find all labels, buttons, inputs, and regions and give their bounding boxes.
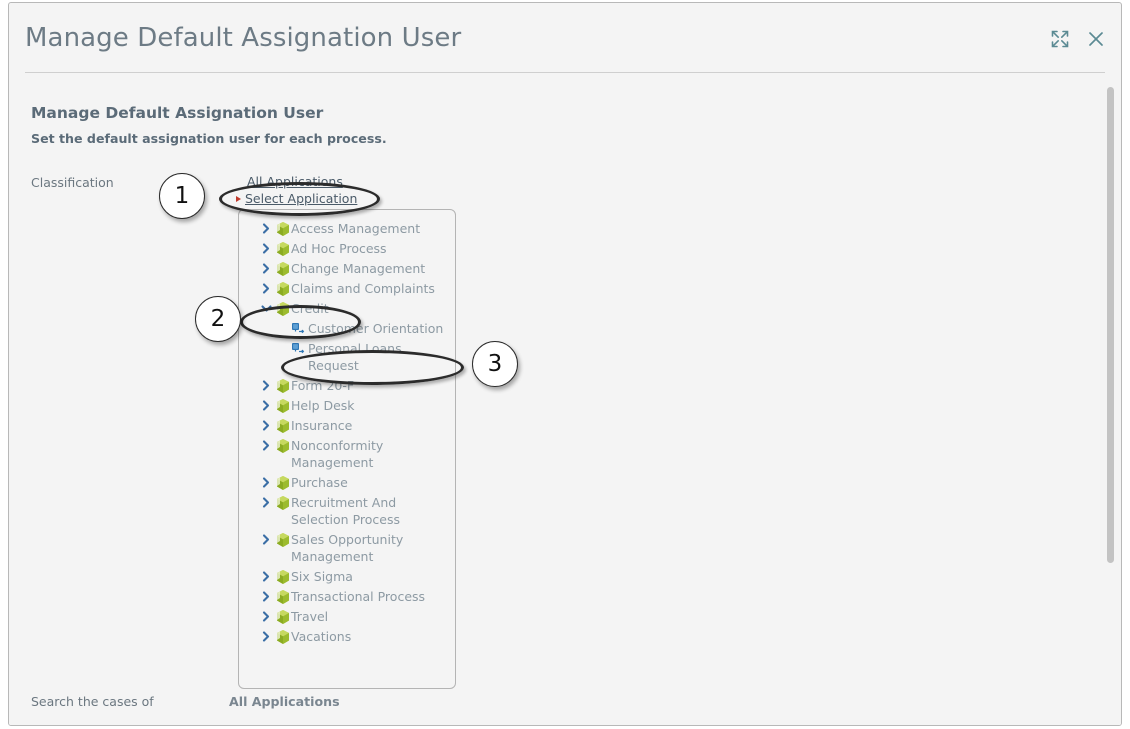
classification-label: Classification (31, 175, 114, 190)
green-cube-icon (276, 475, 290, 491)
header-actions (1049, 28, 1107, 50)
tree-node-label: Change Management (291, 260, 426, 276)
tree-node-label: Vacations (291, 628, 352, 644)
close-icon[interactable] (1085, 28, 1107, 50)
content-scrollbar-thumb[interactable] (1107, 87, 1114, 563)
tree-node[interactable]: Credit (239, 298, 455, 318)
tree-node-label: Credit (291, 300, 329, 316)
tree-node[interactable]: Claims and Complaints (239, 278, 455, 298)
green-cube-icon (276, 301, 290, 317)
tree-node[interactable]: Recruitment And Selection Process (239, 492, 455, 529)
tree-node[interactable]: Help Desk (239, 395, 455, 415)
classification-links: All Applications Select Application (236, 173, 467, 207)
tree-node-label: Purchase (291, 474, 348, 490)
tree-node[interactable]: Transactional Process (239, 586, 455, 606)
green-cube-icon (276, 532, 290, 548)
chevron-down-icon[interactable] (261, 300, 272, 317)
green-cube-icon (276, 569, 290, 585)
tree-node-label: Travel (291, 608, 329, 624)
chevron-right-icon[interactable] (261, 220, 272, 237)
green-cube-icon (276, 418, 290, 434)
chevron-right-icon[interactable] (261, 240, 272, 257)
tree-node-label: Claims and Complaints (291, 280, 435, 296)
page-subtitle: Set the default assignation user for eac… (31, 131, 387, 146)
tree-node-label: Access Management (291, 220, 421, 236)
green-cube-icon (276, 241, 290, 257)
tree-node[interactable]: Nonconformity Management (239, 435, 455, 472)
green-cube-icon (276, 261, 290, 277)
application-tree-panel: Access Management Ad Hoc Process Change Ma… (238, 209, 456, 689)
modal-header: Manage Default Assignation User (9, 3, 1121, 73)
green-cube-icon (276, 398, 290, 414)
tree-node[interactable]: Insurance (239, 415, 455, 435)
chevron-right-icon[interactable] (261, 397, 272, 414)
page-title: Manage Default Assignation User (31, 104, 324, 122)
tree-node[interactable]: Access Management (239, 218, 455, 238)
chevron-right-icon[interactable] (261, 608, 272, 625)
chevron-right-icon[interactable] (261, 588, 272, 605)
search-cases-label: Search the cases of (31, 694, 154, 709)
all-applications-link[interactable]: All Applications (247, 173, 343, 190)
manage-default-assignation-user-modal: Manage Default Assignation User Manage D… (8, 2, 1122, 726)
chevron-right-icon[interactable] (261, 377, 272, 394)
select-application-row[interactable]: Select Application (236, 190, 467, 207)
tree-node[interactable]: Sales Opportunity Management (239, 529, 455, 566)
chevron-right-icon[interactable] (261, 531, 272, 548)
blue-process-icon (291, 321, 305, 337)
tree-node-label: Six Sigma (291, 568, 353, 584)
green-cube-icon (276, 609, 290, 625)
green-cube-icon (276, 629, 290, 645)
green-cube-icon (276, 378, 290, 394)
chevron-right-icon[interactable] (261, 474, 272, 491)
application-tree-list: Access Management Ad Hoc Process Change Ma… (239, 218, 455, 646)
green-cube-icon (276, 281, 290, 297)
chevron-right-icon[interactable] (261, 260, 272, 277)
blue-process-icon (291, 341, 305, 357)
tree-node-label: Insurance (291, 417, 353, 433)
chevron-right-icon[interactable] (261, 568, 272, 585)
tree-node[interactable]: Change Management (239, 258, 455, 278)
tree-node-label: Form 20-F (291, 377, 355, 393)
tree-node-label: Transactional Process (291, 588, 426, 604)
tree-node[interactable]: Form 20-F (239, 375, 455, 395)
caret-right-icon (236, 195, 241, 202)
tree-node-label: Help Desk (291, 397, 355, 413)
tree-node[interactable]: Personal Loans Request (239, 338, 455, 375)
modal-title: Manage Default Assignation User (25, 23, 462, 53)
modal-body: Manage Default Assignation User Set the … (9, 73, 1121, 725)
content-scrollbar-track[interactable] (1106, 73, 1116, 725)
tree-node[interactable]: Ad Hoc Process (239, 238, 455, 258)
green-cube-icon (276, 221, 290, 237)
tree-node[interactable]: Customer Orientation (239, 318, 455, 338)
green-cube-icon (276, 495, 290, 511)
tree-node-label: Ad Hoc Process (291, 240, 387, 256)
tree-node[interactable]: Purchase (239, 472, 455, 492)
tree-node[interactable]: Vacations (239, 626, 455, 646)
tree-node-label: Recruitment And Selection Process (291, 494, 400, 527)
tree-node-label: Nonconformity Management (291, 437, 384, 470)
tree-node-label: Sales Opportunity Management (291, 531, 404, 564)
chevron-right-icon[interactable] (261, 417, 272, 434)
search-cases-value: All Applications (229, 694, 340, 709)
chevron-right-icon[interactable] (261, 494, 272, 511)
tree-node[interactable]: Six Sigma (239, 566, 455, 586)
tree-node-label: Personal Loans Request (308, 340, 402, 373)
expand-icon[interactable] (1049, 28, 1071, 50)
green-cube-icon (276, 438, 290, 454)
green-cube-icon (276, 589, 290, 605)
select-application-link[interactable]: Select Application (245, 190, 357, 207)
chevron-right-icon[interactable] (261, 628, 272, 645)
chevron-right-icon[interactable] (261, 437, 272, 454)
tree-node[interactable]: Travel (239, 606, 455, 626)
tree-node-label: Customer Orientation (308, 320, 444, 336)
chevron-right-icon[interactable] (261, 280, 272, 297)
